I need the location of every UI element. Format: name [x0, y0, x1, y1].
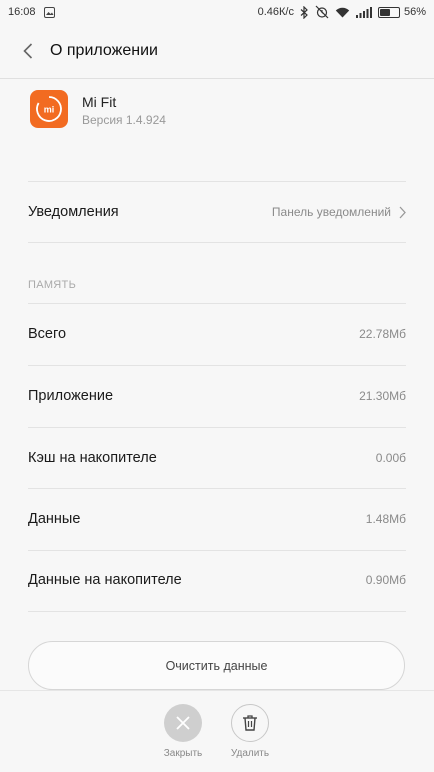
bottom-action-bar: Закрыть Удалить [0, 690, 434, 772]
header: О приложении [0, 24, 434, 78]
close-button[interactable]: Закрыть [153, 704, 213, 759]
battery-indicator: 56% [377, 6, 426, 18]
status-left: 16:08 [8, 6, 55, 18]
back-button[interactable] [18, 41, 38, 61]
battery-icon [377, 6, 400, 18]
app-icon: mi [30, 90, 68, 128]
status-right: 0.46К/с 56% [258, 5, 426, 19]
memory-row-label: Данные на накопителе [28, 572, 182, 588]
delete-circle[interactable] [231, 704, 269, 742]
chevron-left-icon [23, 43, 33, 59]
notifications-label: Уведомления [28, 204, 119, 220]
page-title: О приложении [50, 42, 158, 59]
mi-fit-logo-icon: mi [36, 96, 62, 122]
status-time: 16:08 [8, 6, 36, 18]
app-info: mi Mi Fit Версия 1.4.924 [30, 90, 166, 128]
delete-button[interactable]: Удалить [220, 704, 280, 759]
memory-row-cache: Кэш на накопителе 0.00б [28, 428, 406, 488]
gallery-icon [43, 6, 55, 18]
status-bar: 16:08 0.46К/с 56% [0, 0, 434, 24]
memory-row-value: 22.78Мб [359, 327, 406, 341]
app-name: Mi Fit [82, 94, 117, 110]
battery-percent: 56% [403, 6, 426, 18]
notifications-value: Панель уведомлений [272, 205, 406, 219]
divider [28, 611, 406, 612]
memory-row-label: Приложение [28, 388, 114, 404]
wifi-icon [335, 7, 350, 18]
clear-data-button[interactable]: Очистить данные [28, 641, 405, 690]
notifications-value-text: Панель уведомлений [271, 205, 391, 219]
memory-row-value: 21.30Мб [359, 389, 406, 403]
divider [28, 242, 406, 243]
memory-row-label: Кэш на накопителе [28, 450, 157, 466]
bluetooth-icon [300, 5, 309, 19]
memory-row-value: 0.90Мб [365, 573, 406, 587]
memory-row-total: Всего 22.78Мб [28, 304, 406, 364]
close-label: Закрыть [163, 748, 203, 759]
memory-row-storage-data: Данные на накопителе 0.90Мб [28, 550, 406, 610]
trash-icon [243, 715, 257, 731]
signal-icon [355, 6, 372, 18]
memory-section-label: ПАМЯТЬ [28, 279, 77, 291]
header-divider [0, 78, 434, 79]
memory-row-label: Данные [28, 511, 81, 527]
memory-row-label: Всего [28, 326, 67, 342]
alarm-off-icon [315, 5, 329, 19]
memory-row-data: Данные 1.48Мб [28, 489, 406, 549]
memory-row-value: 1.48Мб [365, 512, 406, 526]
app-version: Версия 1.4.924 [82, 113, 166, 127]
app-text: Mi Fit Версия 1.4.924 [82, 94, 166, 127]
close-circle[interactable] [164, 704, 202, 742]
chevron-right-icon [399, 206, 406, 218]
memory-row-value: 0.00б [375, 451, 406, 465]
app-icon-text: mi [44, 105, 55, 115]
close-icon [176, 716, 190, 730]
notifications-row[interactable]: Уведомления Панель уведомлений [28, 182, 406, 242]
delete-label: Удалить [230, 748, 270, 759]
network-speed: 0.46К/с [257, 6, 294, 18]
memory-row-app: Приложение 21.30Мб [28, 366, 406, 426]
